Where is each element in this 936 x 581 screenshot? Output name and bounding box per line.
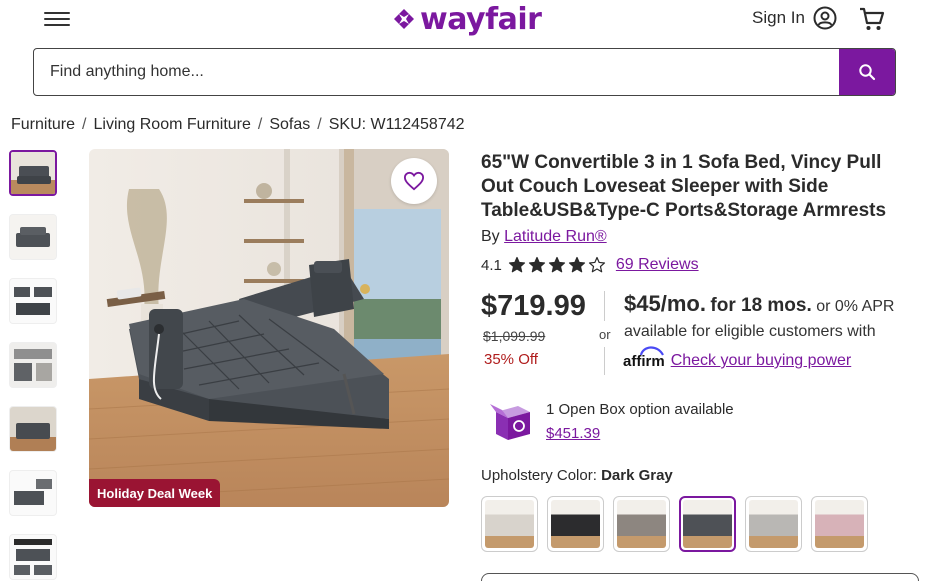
product-title: 65"W Convertible 3 in 1 Sofa Bed, Vincy … xyxy=(481,152,887,221)
holiday-deal-badge: Holiday Deal Week xyxy=(89,479,221,507)
monthly-term: for 18 mos. xyxy=(710,295,812,316)
rating-value: 4.1 xyxy=(481,256,502,274)
thumbnail-3[interactable] xyxy=(9,278,57,324)
check-buying-power-link[interactable]: Check your buying power xyxy=(671,352,852,370)
price-divider-top xyxy=(604,291,605,321)
cart-icon[interactable] xyxy=(858,5,886,33)
sale-price: $719.99 xyxy=(481,290,586,322)
swatch-image xyxy=(683,500,732,548)
color-swatch-5[interactable] xyxy=(745,496,802,552)
thumbnail-2[interactable] xyxy=(9,214,57,260)
open-box-offer: 1 Open Box option available $451.39 xyxy=(488,398,734,446)
color-swatch-1[interactable] xyxy=(481,496,538,552)
search-button[interactable] xyxy=(839,49,895,95)
search-icon xyxy=(859,64,876,81)
price-divider-bottom xyxy=(604,347,605,375)
breadcrumb-separator: / xyxy=(82,116,87,133)
wayfair-logo[interactable]: wayfair xyxy=(392,1,542,37)
breadcrumb-sofas[interactable]: Sofas xyxy=(269,116,310,134)
open-box-icon xyxy=(490,404,530,440)
site-header: wayfair Sign In xyxy=(0,0,936,42)
search-input[interactable] xyxy=(34,49,839,95)
brand-link[interactable]: Latitude Run® xyxy=(504,228,607,245)
affirm-logo: affirm xyxy=(623,345,665,370)
heart-icon xyxy=(403,171,425,191)
or-label: or xyxy=(599,325,611,344)
monthly-apr: or 0% APR xyxy=(816,298,895,315)
wayfair-pinwheel-icon xyxy=(394,9,414,29)
star-icon xyxy=(508,256,525,273)
affirm-row: affirm Check your buying power xyxy=(623,345,852,370)
color-swatch-2[interactable] xyxy=(547,496,604,552)
financing-eligibility: available for eligible customers with xyxy=(624,323,876,340)
monthly-amount: $45/mo. xyxy=(624,291,706,316)
discount-label: 35% Off xyxy=(484,351,538,368)
was-price: $1,099.99 xyxy=(483,328,546,344)
swatch-image xyxy=(551,500,600,548)
breadcrumb-furniture[interactable]: Furniture xyxy=(11,116,75,134)
breadcrumb-sku: SKU: W112458742 xyxy=(328,116,465,133)
hamburger-menu-icon[interactable] xyxy=(44,8,70,30)
breadcrumb: Furniture / Living Room Furniture / Sofa… xyxy=(11,116,465,134)
thumbnail-strip xyxy=(9,150,57,581)
star-icon xyxy=(528,256,545,273)
thumbnail-5[interactable] xyxy=(9,406,57,452)
account-icon xyxy=(813,6,837,30)
swatch-image xyxy=(815,500,864,548)
star-icon xyxy=(568,256,585,273)
star-icon xyxy=(548,256,565,273)
thumbnail-1[interactable] xyxy=(9,150,57,196)
star-icon xyxy=(588,256,605,273)
breadcrumb-separator: / xyxy=(257,116,263,133)
breadcrumb-separator: / xyxy=(317,116,322,133)
swatch-image xyxy=(485,500,534,548)
swatch-image xyxy=(749,500,798,548)
upholstery-color-label: Upholstery Color: Dark Gray xyxy=(481,467,673,484)
color-swatches xyxy=(481,496,868,552)
color-swatch-6[interactable] xyxy=(811,496,868,552)
options-dropdown[interactable] xyxy=(481,573,919,581)
color-swatch-4[interactable] xyxy=(679,496,736,552)
by-label: By xyxy=(481,228,500,245)
reviews-link[interactable]: 69 Reviews xyxy=(616,256,699,274)
upholstery-color-value: Dark Gray xyxy=(601,467,673,484)
affirm-arc-icon xyxy=(639,345,664,356)
logo-text: wayfair xyxy=(420,1,542,37)
thumbnail-6[interactable] xyxy=(9,470,57,516)
product-brand-line: By Latitude Run® xyxy=(481,228,607,246)
sofa-bed-illustration xyxy=(89,149,449,507)
open-box-text: 1 Open Box option available xyxy=(546,401,734,418)
swatch-image xyxy=(617,500,666,548)
main-product-image[interactable] xyxy=(89,149,449,507)
thumbnail-7[interactable] xyxy=(9,534,57,580)
rating-row: 4.1 69 Reviews xyxy=(481,256,699,274)
thumbnail-4[interactable] xyxy=(9,342,57,388)
breadcrumb-living-room-furniture[interactable]: Living Room Furniture xyxy=(93,116,250,134)
favorite-button[interactable] xyxy=(391,158,437,204)
sign-in-button[interactable]: Sign In xyxy=(752,6,837,30)
color-swatch-3[interactable] xyxy=(613,496,670,552)
search-bar xyxy=(33,48,896,96)
open-box-price-link[interactable]: $451.39 xyxy=(546,425,600,442)
star-rating xyxy=(508,256,606,274)
sign-in-label: Sign In xyxy=(752,8,805,27)
financing-offer: $45/mo. for 18 mos. or 0% APR xyxy=(624,291,894,317)
